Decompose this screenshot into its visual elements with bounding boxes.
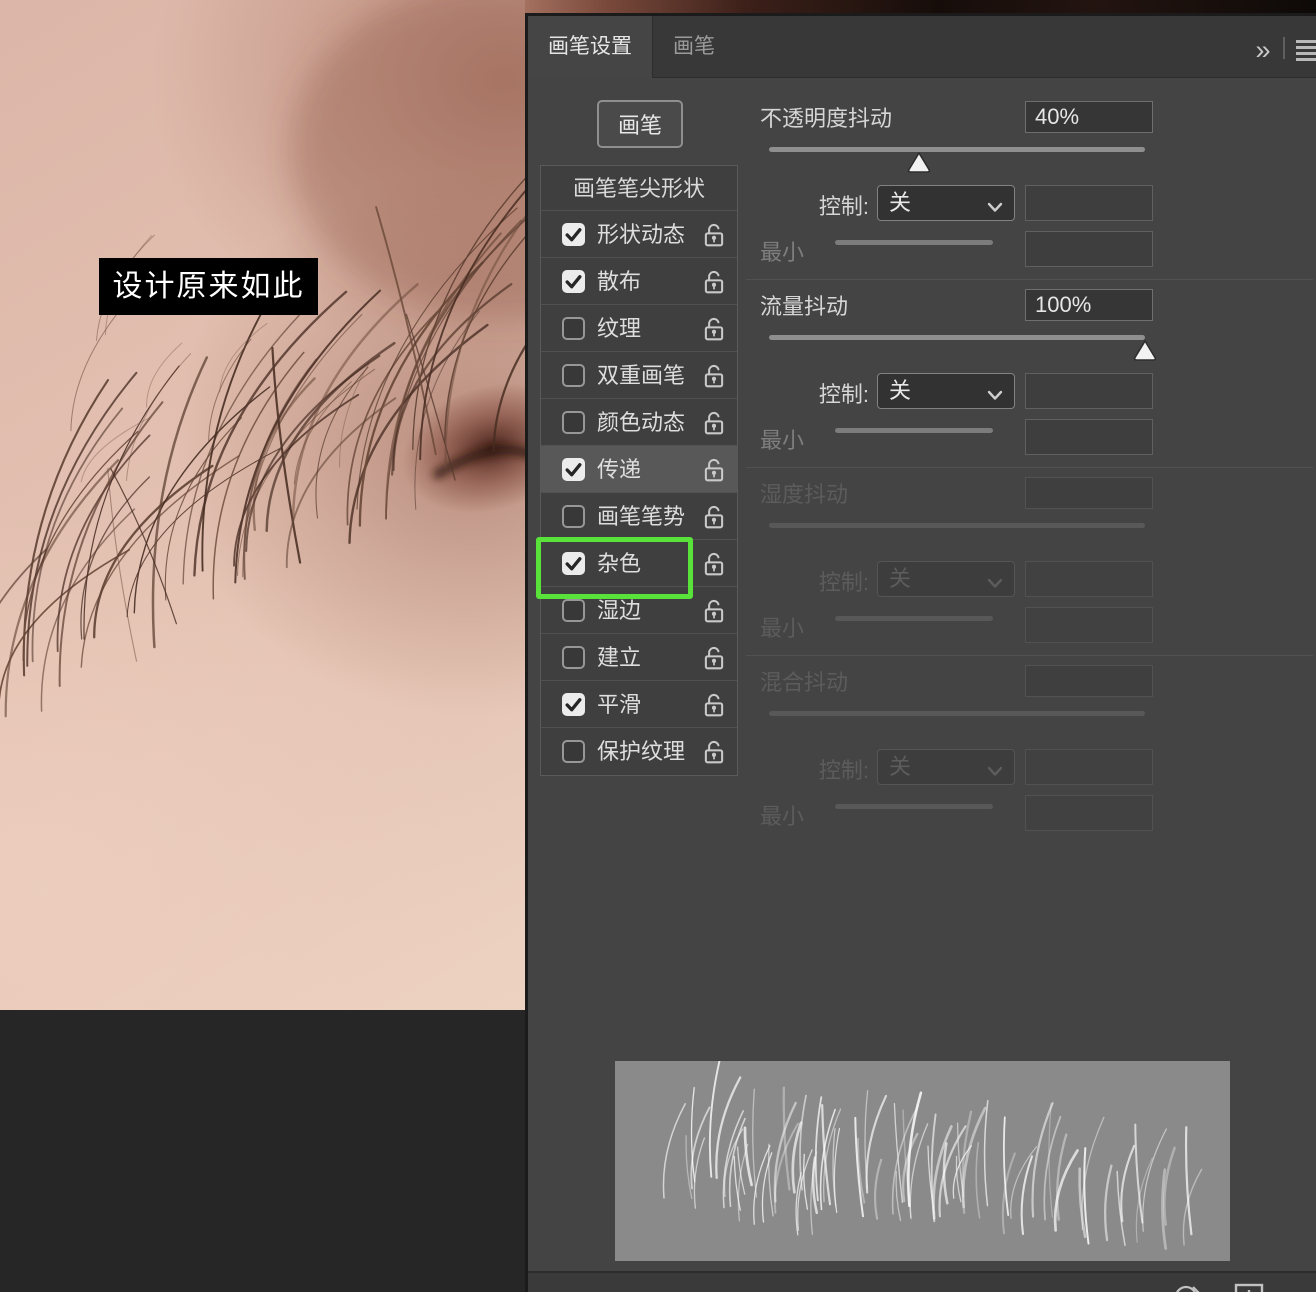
mix-jitter-minimum-value-box	[1025, 795, 1153, 831]
opacity-jitter-slider[interactable]	[769, 147, 1145, 152]
mix-jitter-slider	[769, 711, 1145, 716]
tabbar-divider	[1283, 37, 1285, 59]
watermark: 设计原来如此	[99, 258, 318, 315]
panel-footer	[528, 1273, 1316, 1292]
wetness-jitter-control-dropdown: 关	[877, 561, 1015, 597]
flow-jitter-slider-thumb[interactable]	[1132, 339, 1158, 361]
mix-jitter-label: 混合抖动	[760, 665, 848, 697]
flow-jitter-label: 流量抖动	[760, 289, 848, 321]
restore-brush-icon[interactable]	[1173, 1282, 1201, 1292]
noise-highlight-box	[536, 537, 693, 599]
mix-jitter-control-dropdown: 关	[877, 749, 1015, 785]
opacity-jitter-control-label: 控制:	[760, 189, 869, 221]
wetness-jitter-slider	[769, 523, 1145, 528]
tab-brushes[interactable]: 画笔	[654, 16, 734, 78]
section-opacity-jitter: 不透明度抖动 40% 控制:关最小	[528, 91, 1316, 279]
opacity-jitter-slider-thumb[interactable]	[906, 151, 932, 173]
wetness-jitter-minimum-label: 最小	[760, 611, 804, 643]
opacity-jitter-minimum-label: 最小	[760, 235, 804, 267]
mix-jitter-control-value-box	[1025, 749, 1153, 785]
collapse-panel-icon[interactable]: »	[1246, 38, 1280, 64]
flow-jitter-control-dropdown[interactable]: 关	[877, 373, 1015, 409]
flow-jitter-control-label: 控制:	[760, 377, 869, 409]
canvas-background	[0, 1010, 525, 1292]
flow-jitter-slider[interactable]	[769, 335, 1145, 340]
opacity-jitter-minimum-slider	[835, 240, 993, 245]
tabbar-underline	[653, 77, 1316, 78]
new-brush-icon[interactable]	[1231, 1282, 1265, 1292]
opacity-jitter-value-input[interactable]: 40%	[1025, 101, 1153, 133]
wetness-jitter-control-value-box	[1025, 561, 1153, 597]
background-photo-eyelashes: 设计原来如此	[0, 0, 525, 1010]
opacity-jitter-control-value-box	[1025, 185, 1153, 221]
wetness-jitter-minimum-slider	[835, 616, 993, 621]
flow-jitter-control-value-box	[1025, 373, 1153, 409]
photo-strip-above-panel	[525, 0, 1316, 13]
mix-jitter-minimum-slider	[835, 804, 993, 809]
wetness-jitter-value-input	[1025, 477, 1153, 509]
mix-jitter-minimum-label: 最小	[760, 799, 804, 831]
opacity-jitter-minimum-value-box	[1025, 231, 1153, 267]
photoshop-workspace: 设计原来如此 画笔设置 画笔 » 画笔 画笔笔尖形状 形状动态散布纹理双重画笔颜…	[0, 0, 1316, 1292]
eyelashes-illustration	[0, 0, 525, 1010]
stroke-preview	[615, 1061, 1230, 1261]
brush-settings-panel: 画笔设置 画笔 » 画笔 画笔笔尖形状 形状动态散布纹理双重画笔颜色动态传递画笔…	[525, 13, 1316, 1292]
mix-jitter-control-label: 控制:	[760, 753, 869, 785]
section-mix-jitter: 混合抖动控制:关最小	[528, 655, 1316, 843]
opacity-jitter-label: 不透明度抖动	[760, 101, 892, 133]
tab-brush-settings[interactable]: 画笔设置	[528, 16, 653, 78]
opacity-jitter-control-dropdown[interactable]: 关	[877, 185, 1015, 221]
mix-jitter-value-input	[1025, 665, 1153, 697]
wetness-jitter-label: 湿度抖动	[760, 477, 848, 509]
panel-tab-bar: 画笔设置 画笔 »	[528, 16, 1316, 78]
flow-jitter-value-input[interactable]: 100%	[1025, 289, 1153, 321]
wetness-jitter-minimum-value-box	[1025, 607, 1153, 643]
flow-jitter-minimum-value-box	[1025, 419, 1153, 455]
flow-jitter-minimum-slider	[835, 428, 993, 433]
wetness-jitter-control-label: 控制:	[760, 565, 869, 597]
flow-jitter-minimum-label: 最小	[760, 423, 804, 455]
panel-menu-icon[interactable]	[1296, 40, 1316, 60]
section-flow-jitter: 流量抖动 100% 控制:关最小	[528, 279, 1316, 467]
